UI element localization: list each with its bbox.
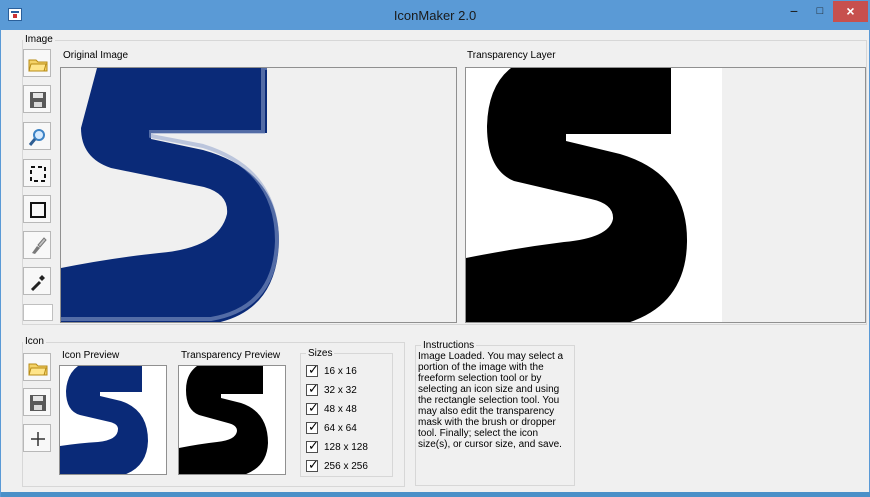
- original-s-image: [61, 68, 456, 322]
- sizes-label: Sizes: [306, 348, 335, 359]
- folder-icon: [28, 363, 48, 376]
- save-icon: [30, 92, 46, 108]
- brush-icon: [32, 237, 47, 254]
- transparency-layer-title: Transparency Layer: [467, 50, 556, 61]
- save-icon-button[interactable]: [23, 388, 51, 416]
- image-group-label: Image: [23, 34, 55, 45]
- size-checkbox[interactable]: [306, 382, 319, 397]
- title-bar[interactable]: IconMaker 2.0 − □ ×: [1, 1, 869, 30]
- zoom-button[interactable]: [23, 122, 51, 150]
- size-label: 48 x 48: [324, 403, 357, 415]
- dropper-button[interactable]: [23, 267, 51, 295]
- maximize-button[interactable]: □: [807, 1, 833, 22]
- save-image-button[interactable]: [23, 85, 51, 113]
- size-checkbox[interactable]: [306, 458, 319, 473]
- size-label: 128 x 128: [324, 441, 368, 453]
- transparency-preview-s-image: [179, 366, 285, 474]
- size-label: 256 x 256: [324, 460, 368, 472]
- window-bottom-border: [1, 492, 870, 497]
- open-icon-button[interactable]: [23, 353, 51, 381]
- rectangle-icon: [30, 202, 46, 218]
- size-option-16[interactable]: 16 x 16: [306, 363, 357, 378]
- save-icon: [30, 395, 46, 411]
- magnifier-icon: [28, 129, 45, 146]
- size-label: 32 x 32: [324, 384, 357, 396]
- transparency-s-image: [466, 68, 865, 322]
- size-option-256[interactable]: 256 x 256: [306, 458, 368, 473]
- original-image-title: Original Image: [63, 50, 129, 61]
- close-icon: ×: [846, 3, 855, 19]
- add-icon-button[interactable]: [23, 424, 51, 452]
- close-button[interactable]: ×: [833, 1, 868, 22]
- maximize-icon: □: [816, 5, 824, 17]
- icon-preview-title: Icon Preview: [62, 350, 120, 361]
- instructions-label: Instructions: [421, 340, 477, 351]
- size-checkbox[interactable]: [306, 420, 319, 435]
- folder-icon: [28, 59, 48, 72]
- icon-group-label: Icon: [23, 336, 46, 347]
- selected-color-swatch[interactable]: [23, 304, 53, 321]
- freeform-selection-button[interactable]: [23, 159, 51, 187]
- rectangle-selection-button[interactable]: [23, 195, 51, 223]
- iconmaker-window: IconMaker 2.0 − □ × Image Original Image…: [0, 0, 870, 497]
- transparency-layer-canvas[interactable]: [465, 67, 866, 323]
- size-label: 64 x 64: [324, 422, 357, 434]
- minimize-icon: −: [789, 3, 799, 19]
- minimize-button[interactable]: −: [781, 1, 807, 22]
- plus-icon: [31, 432, 45, 446]
- selection-icon: [30, 166, 46, 182]
- open-image-button[interactable]: [23, 49, 51, 77]
- icon-preview: [59, 365, 167, 475]
- size-option-48[interactable]: 48 x 48: [306, 401, 357, 416]
- preview-s-image: [60, 366, 148, 474]
- transparency-preview: [178, 365, 286, 475]
- original-image-canvas[interactable]: [60, 67, 457, 323]
- instructions-text: Image Loaded. You may select a portion o…: [418, 351, 564, 450]
- brush-button[interactable]: [23, 231, 51, 259]
- size-label: 16 x 16: [324, 365, 357, 377]
- size-checkbox[interactable]: [306, 439, 319, 454]
- size-checkbox[interactable]: [306, 401, 319, 416]
- transparency-preview-title: Transparency Preview: [181, 350, 281, 361]
- dropper-icon: [30, 275, 45, 292]
- size-option-64[interactable]: 64 x 64: [306, 420, 357, 435]
- size-option-32[interactable]: 32 x 32: [306, 382, 357, 397]
- size-option-128[interactable]: 128 x 128: [306, 439, 368, 454]
- size-checkbox[interactable]: [306, 363, 319, 378]
- window-title: IconMaker 2.0: [393, 8, 477, 23]
